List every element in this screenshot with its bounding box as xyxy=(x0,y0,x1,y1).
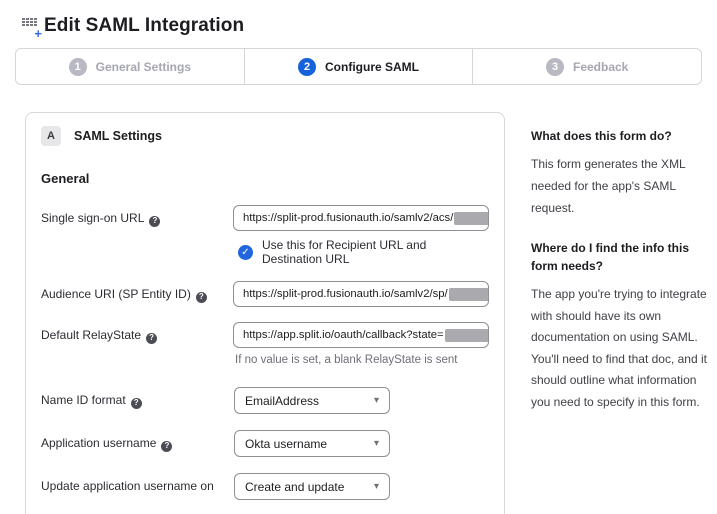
saml-settings-header: A SAML Settings xyxy=(41,126,489,146)
application-username-select[interactable]: Okta username ▾ xyxy=(234,430,390,457)
help-answer-1: This form generates the XML needed for t… xyxy=(531,154,713,219)
audience-uri-value: https://split-prod.fusionauth.io/samlv2/… xyxy=(243,288,448,300)
sso-url-value: https://split-prod.fusionauth.io/samlv2/… xyxy=(243,212,453,224)
step-general-settings[interactable]: 1 General Settings xyxy=(16,49,244,84)
redacted-value xyxy=(454,212,489,225)
page-title: Edit SAML Integration xyxy=(44,15,244,37)
update-username-select[interactable]: Create and update ▾ xyxy=(234,473,390,500)
help-icon[interactable]: ? xyxy=(131,398,142,409)
redacted-value xyxy=(449,288,489,301)
sso-url-label-text: Single sign-on URL xyxy=(41,211,144,225)
checkbox-checked-icon[interactable]: ✓ xyxy=(238,245,253,260)
step-feedback[interactable]: 3 Feedback xyxy=(472,49,701,84)
grid-dots xyxy=(22,18,39,26)
audience-uri-input[interactable]: https://split-prod.fusionauth.io/samlv2/… xyxy=(233,281,489,307)
help-question-2: Where do I find the info this form needs… xyxy=(531,240,713,275)
name-id-format-select[interactable]: EmailAddress ▾ xyxy=(234,387,390,414)
relay-state-input[interactable]: https://app.split.io/oauth/callback?stat… xyxy=(233,322,489,348)
relay-state-control: https://app.split.io/oauth/callback?stat… xyxy=(233,322,489,366)
name-id-format-row: Name ID format? EmailAddress ▾ xyxy=(41,387,489,414)
name-id-format-label-text: Name ID format xyxy=(41,393,126,407)
page-header: + Edit SAML Integration xyxy=(0,0,717,48)
step-2-circle: 2 xyxy=(298,58,316,76)
sso-url-input[interactable]: https://split-prod.fusionauth.io/samlv2/… xyxy=(233,205,489,231)
step-configure-saml[interactable]: 2 Configure SAML xyxy=(244,49,473,84)
update-username-control: Create and update ▾ xyxy=(234,473,489,500)
section-badge: A xyxy=(41,126,61,146)
step-3-circle: 3 xyxy=(546,58,564,76)
update-username-label-text: Update application username on xyxy=(41,479,214,493)
general-heading: General xyxy=(41,171,489,186)
sso-url-control: https://split-prod.fusionauth.io/samlv2/… xyxy=(233,205,489,266)
audience-uri-label-text: Audience URI (SP Entity ID) xyxy=(41,287,191,301)
relay-state-label: Default RelayState? xyxy=(41,322,233,366)
name-id-format-control: EmailAddress ▾ xyxy=(234,387,489,414)
app-grid-icon: + xyxy=(22,18,39,34)
main-content: A SAML Settings General Single sign-on U… xyxy=(0,85,717,514)
sso-url-label: Single sign-on URL? xyxy=(41,205,233,266)
application-username-value: Okta username xyxy=(245,437,327,451)
step-3-label: Feedback xyxy=(573,60,628,74)
application-username-row: Application username? Okta username ▾ xyxy=(41,430,489,457)
section-title: SAML Settings xyxy=(74,129,162,143)
step-2-label: Configure SAML xyxy=(325,60,419,74)
saml-settings-card: A SAML Settings General Single sign-on U… xyxy=(25,112,505,514)
wizard-stepper: 1 General Settings 2 Configure SAML 3 Fe… xyxy=(15,48,702,85)
redacted-value xyxy=(445,329,489,342)
name-id-format-label: Name ID format? xyxy=(41,387,234,414)
chevron-down-icon: ▾ xyxy=(374,438,379,449)
chevron-down-icon: ▾ xyxy=(374,481,379,492)
relay-state-row: Default RelayState? https://app.split.io… xyxy=(41,322,489,366)
chevron-down-icon: ▾ xyxy=(374,395,379,406)
audience-uri-row: Audience URI (SP Entity ID)? https://spl… xyxy=(41,281,489,307)
update-username-row: Update application username on Create an… xyxy=(41,473,489,500)
help-icon[interactable]: ? xyxy=(146,333,157,344)
help-question-1: What does this form do? xyxy=(531,128,713,145)
update-username-value: Create and update xyxy=(245,480,344,494)
help-icon[interactable]: ? xyxy=(149,216,160,227)
edit-saml-integration-page: + Edit SAML Integration 1 General Settin… xyxy=(0,0,717,514)
sso-url-row: Single sign-on URL? https://split-prod.f… xyxy=(41,205,489,266)
step-1-circle: 1 xyxy=(69,58,87,76)
application-username-control: Okta username ▾ xyxy=(234,430,489,457)
update-username-label: Update application username on xyxy=(41,473,234,500)
relay-state-helper: If no value is set, a blank RelayState i… xyxy=(233,354,489,366)
audience-uri-control: https://split-prod.fusionauth.io/samlv2/… xyxy=(233,281,489,307)
help-icon[interactable]: ? xyxy=(196,292,207,303)
plus-icon: + xyxy=(34,27,42,40)
relay-state-label-text: Default RelayState xyxy=(41,328,141,342)
application-username-label: Application username? xyxy=(41,430,234,457)
recipient-url-checkbox-row: ✓ Use this for Recipient URL and Destina… xyxy=(233,238,489,266)
application-username-label-text: Application username xyxy=(41,436,156,450)
help-icon[interactable]: ? xyxy=(161,441,172,452)
relay-state-value: https://app.split.io/oauth/callback?stat… xyxy=(243,329,444,341)
recipient-url-checkbox-label: Use this for Recipient URL and Destinati… xyxy=(262,238,489,266)
step-1-label: General Settings xyxy=(96,60,191,74)
help-answer-2: The app you're trying to integrate with … xyxy=(531,284,713,414)
name-id-format-value: EmailAddress xyxy=(245,394,319,408)
help-panel: What does this form do? This form genera… xyxy=(531,112,713,435)
audience-uri-label: Audience URI (SP Entity ID)? xyxy=(41,281,233,307)
